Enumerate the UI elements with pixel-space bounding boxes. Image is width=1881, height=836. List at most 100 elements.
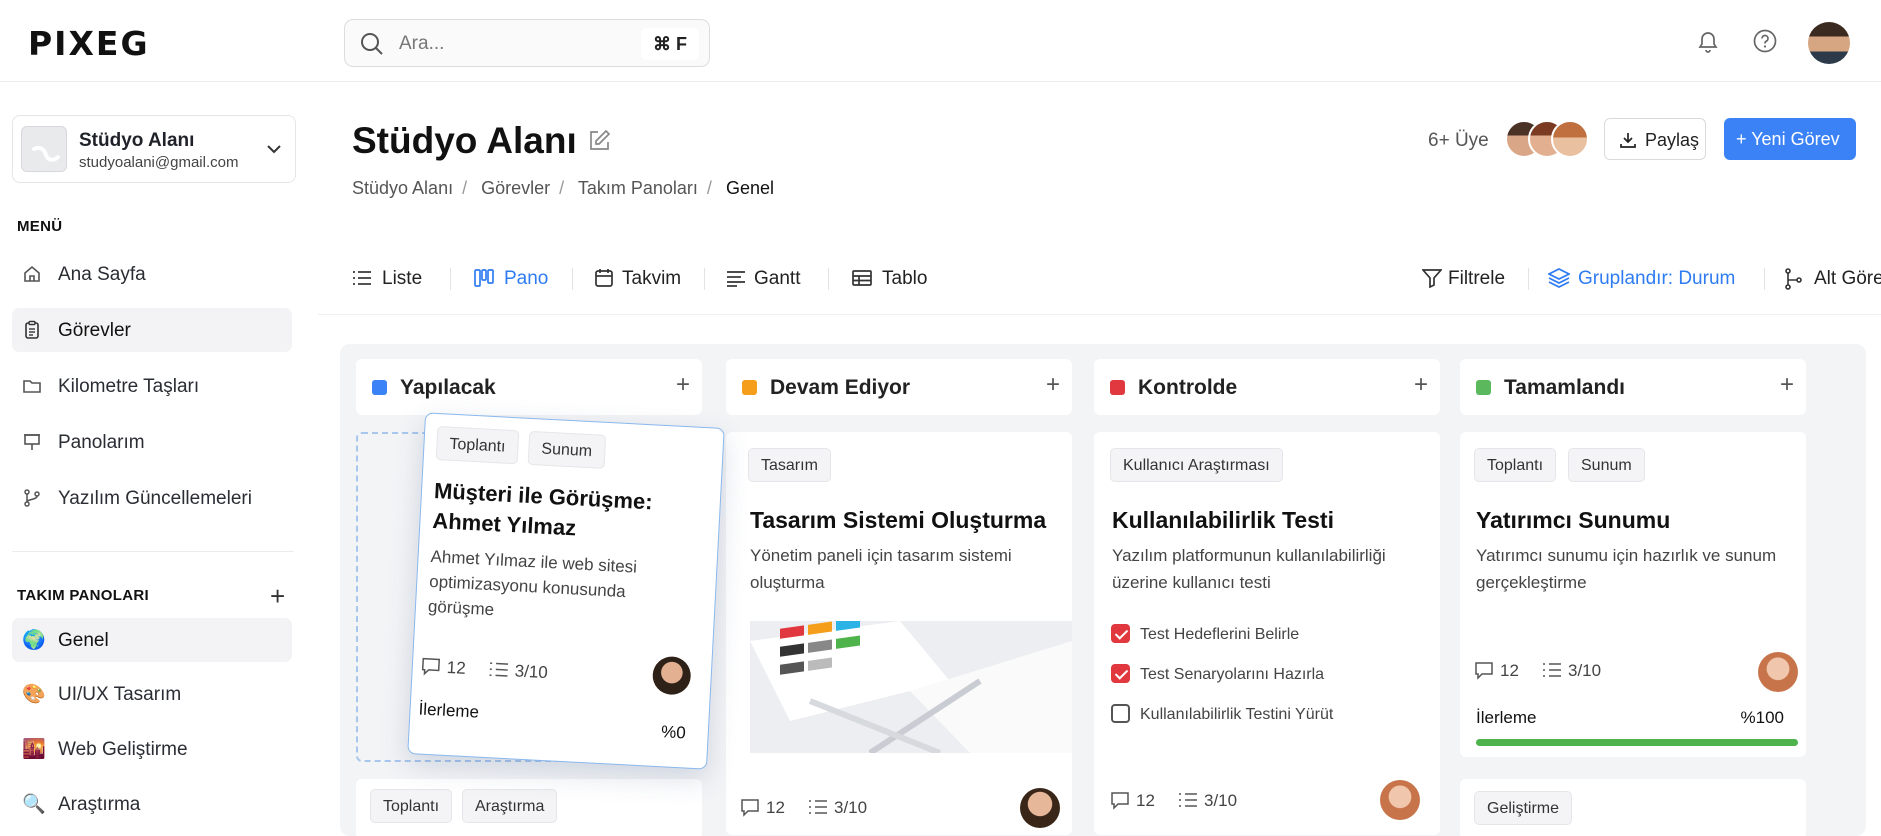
- add-card-button[interactable]: +: [1414, 373, 1428, 397]
- sidebar-item-label: Ana Sayfa: [58, 264, 146, 285]
- comment-icon: [741, 799, 759, 817]
- breadcrumb-item[interactable]: Stüdyo Alanı: [352, 178, 453, 198]
- tab-separator: [828, 268, 829, 290]
- add-card-button[interactable]: +: [676, 373, 690, 397]
- group-by-label: Gruplandır: Durum: [1578, 268, 1736, 289]
- sidebar-divider: [12, 551, 294, 552]
- search-input[interactable]: [399, 32, 619, 56]
- subtask-icon: [1785, 268, 1802, 290]
- edit-icon[interactable]: [586, 128, 612, 154]
- chevron-down-icon: [267, 145, 281, 154]
- sidebar-item-label: Panolarım: [58, 432, 145, 453]
- task-card[interactable]: Toplantı Araştırma: [356, 779, 702, 836]
- card-tag: Toplantı: [370, 789, 453, 823]
- column-header: Kontrolde +: [1094, 359, 1440, 415]
- card-title: Tasarım Sistemi Oluşturma: [750, 507, 1047, 533]
- toolbar-separator: [1764, 268, 1765, 290]
- status-color-dot: [742, 380, 757, 395]
- card-description: Ahmet Yılmaz ile web sitesi optimizasyon…: [427, 546, 638, 620]
- task-card[interactable]: Geliştirme: [1460, 779, 1806, 836]
- sidebar-item-home[interactable]: Ana Sayfa: [12, 252, 292, 296]
- card-title: Müşteri ile Görüşme: Ahmet Yılmaz: [431, 477, 654, 541]
- tab-calendar[interactable]: Takvim: [594, 260, 686, 296]
- column-title: Devam Ediyor: [770, 376, 911, 399]
- task-card[interactable]: Kullanıcı Araştırması Kullanılabilirlik …: [1094, 432, 1440, 835]
- presentation-board-icon: [24, 434, 40, 450]
- status-color-dot: [1476, 380, 1491, 395]
- breadcrumb: Stüdyo Alanı / Görevler / Takım Panoları / …: [352, 178, 774, 198]
- help-icon[interactable]: [1752, 28, 1778, 54]
- column-title: Yapılacak: [400, 376, 496, 399]
- sidebar-item-boards[interactable]: Panolarım: [12, 420, 292, 464]
- task-card[interactable]: Tasarım Tasarım Sistemi Oluşturma Yöneti…: [726, 432, 1072, 835]
- member-count[interactable]: 6+ Üye: [1428, 130, 1489, 152]
- new-task-label: + Yeni Görev: [1736, 129, 1840, 149]
- filter-button[interactable]: Filtrele: [1422, 260, 1512, 296]
- toolbar-divider: [318, 314, 1881, 315]
- sidebar-item-webdev[interactable]: 🌇 Web Geliştirme: [12, 727, 292, 771]
- breadcrumb-item[interactable]: Takım Panoları: [578, 178, 698, 198]
- sidebar-item-label: Araştırma: [58, 794, 141, 815]
- member-avatar[interactable]: [1551, 120, 1589, 158]
- sidebar-item-label: Kilometre Taşları: [58, 376, 200, 397]
- app-logo[interactable]: PIXEG: [28, 24, 150, 63]
- comment-icon: [1475, 662, 1493, 680]
- sidebar-item-uiux[interactable]: 🎨 UI/UX Tasarım: [12, 672, 292, 716]
- breadcrumb-item[interactable]: Görevler: [481, 178, 550, 198]
- comment-count: 12: [1110, 790, 1155, 811]
- user-avatar[interactable]: [1808, 22, 1850, 64]
- add-card-button[interactable]: +: [1780, 373, 1794, 397]
- tab-label: Tablo: [882, 268, 928, 289]
- sidebar-item-research[interactable]: 🔍 Araştırma: [12, 782, 292, 826]
- task-card[interactable]: Toplantı Sunum Yatırımcı Sunumu Yatırımc…: [1460, 432, 1806, 757]
- checklist-icon: [809, 800, 827, 814]
- workspace-email: studyoalani@gmail.com: [79, 154, 239, 171]
- home-icon: [24, 265, 40, 282]
- sidebar-item-milestones[interactable]: Kilometre Taşları: [12, 364, 292, 408]
- new-task-button[interactable]: + Yeni Görev: [1724, 118, 1856, 160]
- sidebar-item-label: Genel: [58, 630, 109, 651]
- sidebar-item-tasks[interactable]: Görevler: [12, 308, 292, 352]
- assignee-avatar[interactable]: [1020, 788, 1060, 828]
- subtasks-button[interactable]: Alt Görevler: [1784, 260, 1881, 296]
- progress-fill: [1476, 739, 1798, 746]
- sidebar-item-general[interactable]: 🌍 Genel: [12, 618, 292, 662]
- search-box[interactable]: ⌘ F: [344, 19, 710, 67]
- sidebar-item-updates[interactable]: Yazılım Güncellemeleri: [12, 476, 292, 520]
- card-cover-image: [750, 621, 1072, 753]
- git-branch-icon: [24, 489, 40, 507]
- bell-icon[interactable]: [1696, 28, 1720, 54]
- add-card-button[interactable]: +: [1046, 373, 1060, 397]
- tab-label: Takvim: [622, 268, 682, 289]
- checkbox-checked[interactable]: [1111, 664, 1130, 683]
- add-team-board-button[interactable]: +: [270, 583, 285, 609]
- tab-table[interactable]: Tablo: [852, 260, 932, 296]
- tab-label: Gantt: [754, 268, 801, 289]
- group-by-button[interactable]: Gruplandır: Durum: [1548, 260, 1748, 296]
- card-tag: Tasarım: [748, 448, 831, 482]
- subtasks-label: Alt Görevler: [1814, 268, 1881, 289]
- checkbox-unchecked[interactable]: [1111, 704, 1130, 723]
- subtask-count: 3/10: [488, 659, 548, 683]
- checklist-item[interactable]: Test Senaryolarını Hazırla: [1111, 664, 1324, 684]
- tab-list[interactable]: Liste: [352, 260, 424, 296]
- assignee-avatar[interactable]: [1380, 780, 1420, 820]
- assignee-avatar[interactable]: [651, 655, 692, 696]
- filter-icon: [1422, 269, 1442, 288]
- progress-value: %0: [660, 722, 687, 743]
- dragged-task-card[interactable]: Toplantı Sunum Müşteri ile Görüşme: Ahme…: [407, 412, 725, 770]
- tab-board[interactable]: Pano: [474, 260, 554, 296]
- team-boards-label: TAKIM PANOLARI: [17, 587, 149, 604]
- progress-label: İlerleme: [1476, 708, 1537, 727]
- checklist-item[interactable]: Kullanılabilirlik Testini Yürüt: [1111, 704, 1333, 724]
- checklist-item[interactable]: Test Hedeflerini Belirle: [1111, 624, 1299, 644]
- breadcrumb-current: Genel: [725, 178, 774, 198]
- progress-value: %100: [1740, 708, 1784, 727]
- sidebar-item-label: UI/UX Tasarım: [58, 684, 182, 705]
- tab-gantt[interactable]: Gantt: [726, 260, 808, 296]
- share-button[interactable]: Paylaş: [1604, 118, 1706, 160]
- workspace-switcher[interactable]: Stüdyo Alanı studyoalani@gmail.com: [12, 115, 296, 183]
- assignee-avatar[interactable]: [1758, 652, 1798, 692]
- checkbox-checked[interactable]: [1111, 624, 1130, 643]
- card-tag: Araştırma: [462, 789, 558, 823]
